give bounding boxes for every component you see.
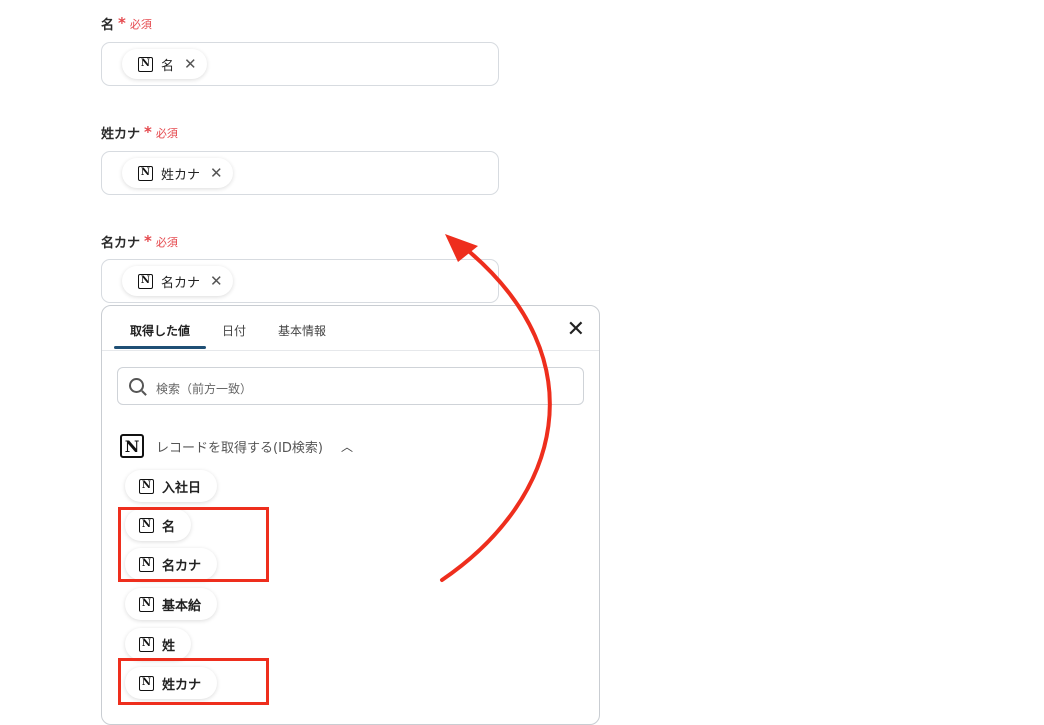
close-icon[interactable]: ✕ — [210, 165, 223, 181]
chip-label: 名 — [161, 58, 175, 74]
field-label-text: 名カナ — [101, 236, 141, 251]
field-input-sei-kana[interactable]: N 姓カナ ✕ — [101, 151, 499, 195]
active-tab-indicator — [114, 346, 206, 349]
highlight-box-mei — [118, 507, 269, 582]
group-title: レコードを取得する(ID検索) — [156, 440, 323, 456]
required-asterisk: * — [144, 123, 152, 141]
close-icon[interactable]: ✕ — [210, 273, 223, 289]
panel-tabs: 取得した値 日付 基本情報 ✕ — [102, 306, 599, 351]
field-label-mei-kana: 名カナ * 必須 — [101, 232, 178, 252]
list-item[interactable]: N 入社日 — [125, 470, 218, 502]
tab-date[interactable]: 日付 — [222, 322, 246, 339]
list-item-label: 姓 — [162, 638, 176, 654]
field-label-text: 名 — [101, 18, 115, 33]
field-input-mei[interactable]: N 名 ✕ — [101, 42, 499, 86]
notion-icon: N — [139, 478, 154, 494]
chip-label: 姓カナ — [161, 167, 201, 183]
list-item-label: 基本給 — [162, 598, 202, 614]
field-input-mei-kana[interactable]: N 名カナ ✕ — [101, 259, 499, 303]
group-header[interactable]: N レコードを取得する(ID検索) ︿ — [120, 434, 353, 458]
list-item[interactable]: N 姓 — [125, 628, 192, 660]
search-icon — [129, 378, 144, 393]
tab-basic-info[interactable]: 基本情報 — [278, 322, 326, 339]
notion-icon: N — [138, 165, 153, 181]
close-icon[interactable]: ✕ — [567, 319, 585, 341]
chip-label: 名カナ — [161, 275, 201, 291]
highlight-box-sei-kana — [118, 658, 269, 705]
required-text: 必須 — [155, 126, 178, 140]
required-text: 必須 — [129, 17, 152, 31]
notion-icon: N — [139, 636, 154, 652]
tab-acquired-values[interactable]: 取得した値 — [130, 322, 190, 339]
notion-icon: N — [138, 273, 153, 289]
notion-icon: N — [120, 434, 144, 458]
variable-chip[interactable]: N 姓カナ ✕ — [122, 158, 233, 188]
variable-chip[interactable]: N 名カナ ✕ — [122, 266, 233, 296]
notion-icon: N — [138, 56, 153, 72]
close-icon[interactable]: ✕ — [184, 56, 197, 72]
list-item[interactable]: N 基本給 — [125, 588, 218, 620]
notion-icon: N — [139, 596, 154, 612]
search-placeholder: 検索（前方一致） — [156, 382, 253, 396]
search-input[interactable]: 検索（前方一致） — [117, 367, 584, 405]
required-asterisk: * — [118, 14, 126, 32]
field-label-sei-kana: 姓カナ * 必須 — [101, 123, 178, 143]
field-label-mei: 名 * 必須 — [101, 14, 152, 34]
list-item-label: 入社日 — [162, 480, 202, 496]
required-text: 必須 — [155, 235, 178, 249]
variable-chip[interactable]: N 名 ✕ — [122, 49, 207, 79]
required-asterisk: * — [144, 232, 152, 250]
field-label-text: 姓カナ — [101, 127, 141, 142]
chevron-up-icon[interactable]: ︿ — [341, 438, 353, 455]
